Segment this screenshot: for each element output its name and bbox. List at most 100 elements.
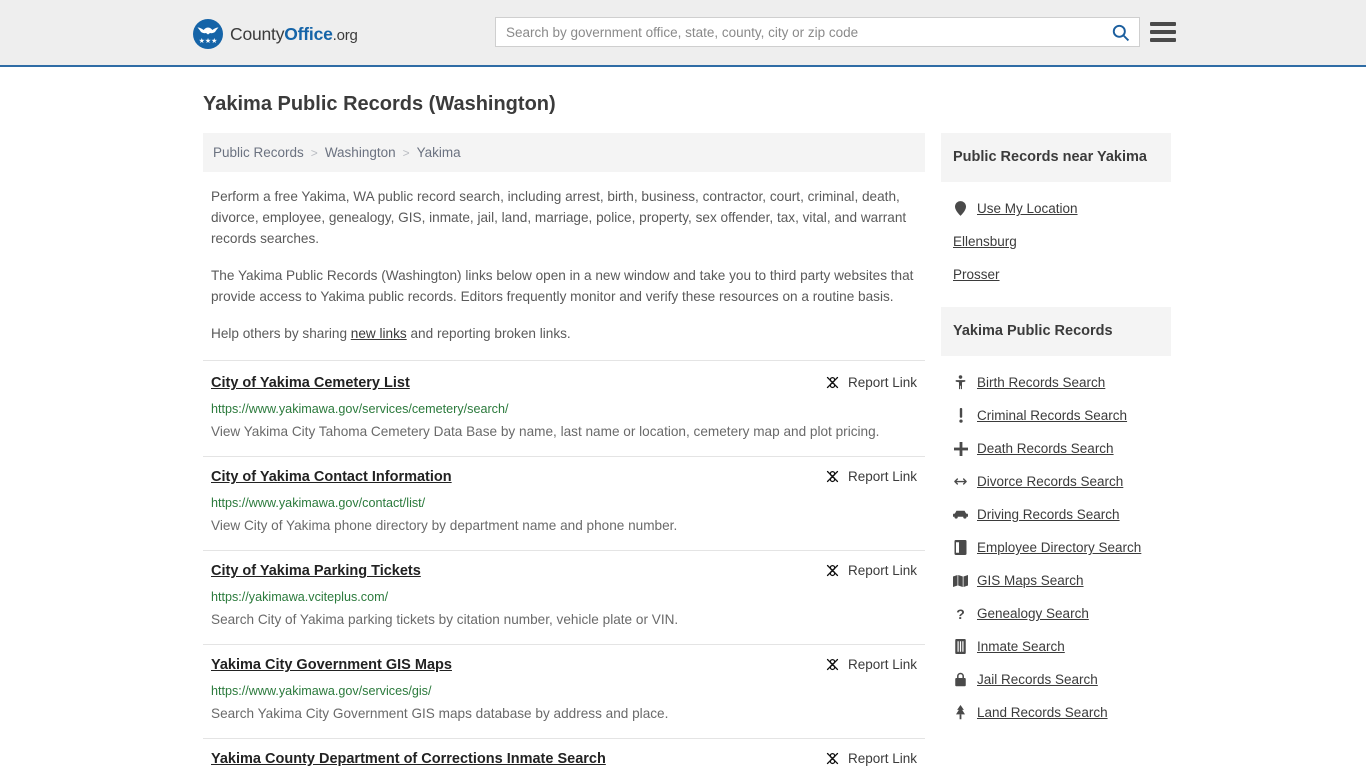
broken-link-icon xyxy=(825,375,840,390)
report-link-label: Report Link xyxy=(847,469,917,484)
result-row: City of Yakima Parking Tickets Report Li… xyxy=(203,551,925,645)
result-title-link[interactable]: City of Yakima Parking Tickets xyxy=(211,562,421,581)
result-header: Yakima County Department of Corrections … xyxy=(211,750,917,768)
result-title-link[interactable]: Yakima City Government GIS Maps xyxy=(211,656,452,675)
id-card-icon xyxy=(953,540,968,555)
breadcrumb: Public Records > Washington > Yakima xyxy=(203,133,925,172)
menu-bar-2 xyxy=(1150,30,1176,34)
question-mark-icon: ? xyxy=(956,605,965,622)
broken-link-icon xyxy=(825,469,840,484)
sidebar-item-divorce-records[interactable]: Divorce Records Search xyxy=(943,465,1169,498)
intro-paragraph-1: Perform a free Yakima, WA public record … xyxy=(211,189,907,246)
exclamation-icon xyxy=(953,408,968,423)
sidebar-item-label: GIS Maps Search xyxy=(977,573,1084,588)
result-row: City of Yakima Contact Information Repor… xyxy=(203,457,925,551)
report-link-button[interactable]: Report Link xyxy=(825,468,917,484)
result-header: City of Yakima Parking Tickets Report Li… xyxy=(211,562,917,581)
sidebar-item-land-records[interactable]: Land Records Search xyxy=(943,696,1169,729)
sidebar-item-label: Criminal Records Search xyxy=(977,408,1128,423)
site-header: ★★★ CountyOffice.org xyxy=(0,0,1366,67)
sidebar-item-driving-records[interactable]: Driving Records Search xyxy=(943,498,1169,531)
new-links-link[interactable]: new links xyxy=(351,326,407,341)
baby-icon xyxy=(953,375,968,390)
sidebar-item-gis-maps[interactable]: GIS Maps Search xyxy=(943,564,1169,597)
intro-p3-pre: Help others by sharing xyxy=(211,326,351,341)
logo-text-org: .org xyxy=(332,26,358,44)
sidebar-item-label: Employee Directory Search xyxy=(977,540,1142,555)
search-input[interactable] xyxy=(496,18,1101,46)
result-header: Yakima City Government GIS Maps Report L… xyxy=(211,656,917,675)
map-pin-icon xyxy=(953,201,968,216)
nearby-city-prosser[interactable]: Prosser xyxy=(943,258,1169,291)
sidebar-item-label: Divorce Records Search xyxy=(977,474,1124,489)
page-title: Yakima Public Records (Washington) xyxy=(203,93,556,115)
intro-text: Perform a free Yakima, WA public record … xyxy=(203,186,925,344)
result-title-link[interactable]: Yakima County Department of Corrections … xyxy=(211,750,606,768)
breadcrumb-item-yakima[interactable]: Yakima xyxy=(417,145,461,160)
sidebar-item-criminal-records[interactable]: Criminal Records Search xyxy=(943,399,1169,432)
result-row: Yakima City Government GIS Maps Report L… xyxy=(203,645,925,739)
nearby-city-ellensburg[interactable]: Ellensburg xyxy=(943,225,1169,258)
sidebar-item-label: Use My Location xyxy=(977,201,1078,216)
breadcrumb-item-public-records[interactable]: Public Records xyxy=(213,145,304,160)
sidebar-item-label: Inmate Search xyxy=(977,639,1065,654)
logo-text-office: Office xyxy=(284,23,333,44)
result-description: Search Yakima City Government GIS maps d… xyxy=(211,706,669,721)
nearby-panel-body: Use My Location Ellensburg Prosser xyxy=(941,182,1171,291)
result-header: City of Yakima Cemetery List Report Link xyxy=(211,374,917,393)
car-icon xyxy=(953,507,968,522)
two-column-layout: Public Records > Washington > Yakima Per… xyxy=(193,116,1173,768)
result-title-link[interactable]: City of Yakima Contact Information xyxy=(211,468,452,487)
menu-bar-3 xyxy=(1150,38,1176,42)
sidebar-item-employee-directory[interactable]: Employee Directory Search xyxy=(943,531,1169,564)
menu-bar-1 xyxy=(1150,22,1176,26)
report-link-button[interactable]: Report Link xyxy=(825,562,917,578)
result-url: https://www.yakimawa.gov/contact/list/ xyxy=(211,496,426,510)
search-button[interactable] xyxy=(1101,18,1139,46)
broken-link-icon xyxy=(825,657,840,672)
content-container: Yakima Public Records (Washington) Publi… xyxy=(193,67,1173,768)
broken-link-icon xyxy=(825,751,840,766)
nearby-records-panel: Public Records near Yakima Use My Locati… xyxy=(941,133,1171,291)
result-url: https://www.yakimawa.gov/services/cemete… xyxy=(211,402,509,416)
breadcrumb-item-washington[interactable]: Washington xyxy=(325,145,396,160)
page-body: Yakima Public Records (Washington) Publi… xyxy=(0,67,1366,768)
sidebar-item-jail-records[interactable]: Jail Records Search xyxy=(943,663,1169,696)
sidebar-item-inmate-search[interactable]: Inmate Search xyxy=(943,630,1169,663)
sidebar-item-genealogy[interactable]: ? Genealogy Search xyxy=(943,597,1169,630)
records-panel-body: Birth Records Search Criminal Records Se… xyxy=(941,356,1171,729)
sidebar-item-label: Genealogy Search xyxy=(977,606,1089,621)
sidebar-item-birth-records[interactable]: Birth Records Search xyxy=(943,366,1169,399)
intro-paragraph-3: Help others by sharing new links and rep… xyxy=(203,323,925,344)
sidebar-item-death-records[interactable]: Death Records Search xyxy=(943,432,1169,465)
site-logo[interactable]: ★★★ CountyOffice.org xyxy=(193,19,358,49)
inmate-icon xyxy=(953,639,968,654)
sidebar-item-label: Land Records Search xyxy=(977,705,1108,720)
search-bar[interactable] xyxy=(495,17,1140,47)
sidebar-item-label: Jail Records Search xyxy=(977,672,1098,687)
result-description: View City of Yakima phone directory by d… xyxy=(211,518,678,533)
report-link-label: Report Link xyxy=(847,375,917,390)
report-link-button[interactable]: Report Link xyxy=(825,656,917,672)
records-panel-title: Yakima Public Records xyxy=(941,307,1171,356)
result-header: City of Yakima Contact Information Repor… xyxy=(211,468,917,487)
breadcrumb-separator: > xyxy=(310,145,318,160)
intro-p3-post: and reporting broken links. xyxy=(406,326,571,341)
report-link-label: Report Link xyxy=(847,563,917,578)
hamburger-menu-icon[interactable] xyxy=(1150,19,1176,45)
use-my-location-link[interactable]: Use My Location xyxy=(943,192,1169,225)
nearby-panel-title: Public Records near Yakima xyxy=(941,133,1171,182)
intro-paragraph-2: The Yakima Public Records (Washington) l… xyxy=(211,268,914,304)
report-link-button[interactable]: Report Link xyxy=(825,374,917,390)
breadcrumb-separator: > xyxy=(402,145,410,160)
cross-plus-icon xyxy=(953,441,968,456)
report-link-button[interactable]: Report Link xyxy=(825,750,917,766)
search-icon xyxy=(1112,24,1129,41)
report-link-label: Report Link xyxy=(847,751,917,766)
main-column: Public Records > Washington > Yakima Per… xyxy=(203,133,925,768)
result-row: Yakima County Department of Corrections … xyxy=(203,739,925,768)
result-title-link[interactable]: City of Yakima Cemetery List xyxy=(211,374,410,393)
sidebar-item-label: Prosser xyxy=(953,267,1000,282)
arrows-split-icon xyxy=(953,474,968,489)
yakima-records-panel: Yakima Public Records Birth Records Sear… xyxy=(941,307,1171,729)
